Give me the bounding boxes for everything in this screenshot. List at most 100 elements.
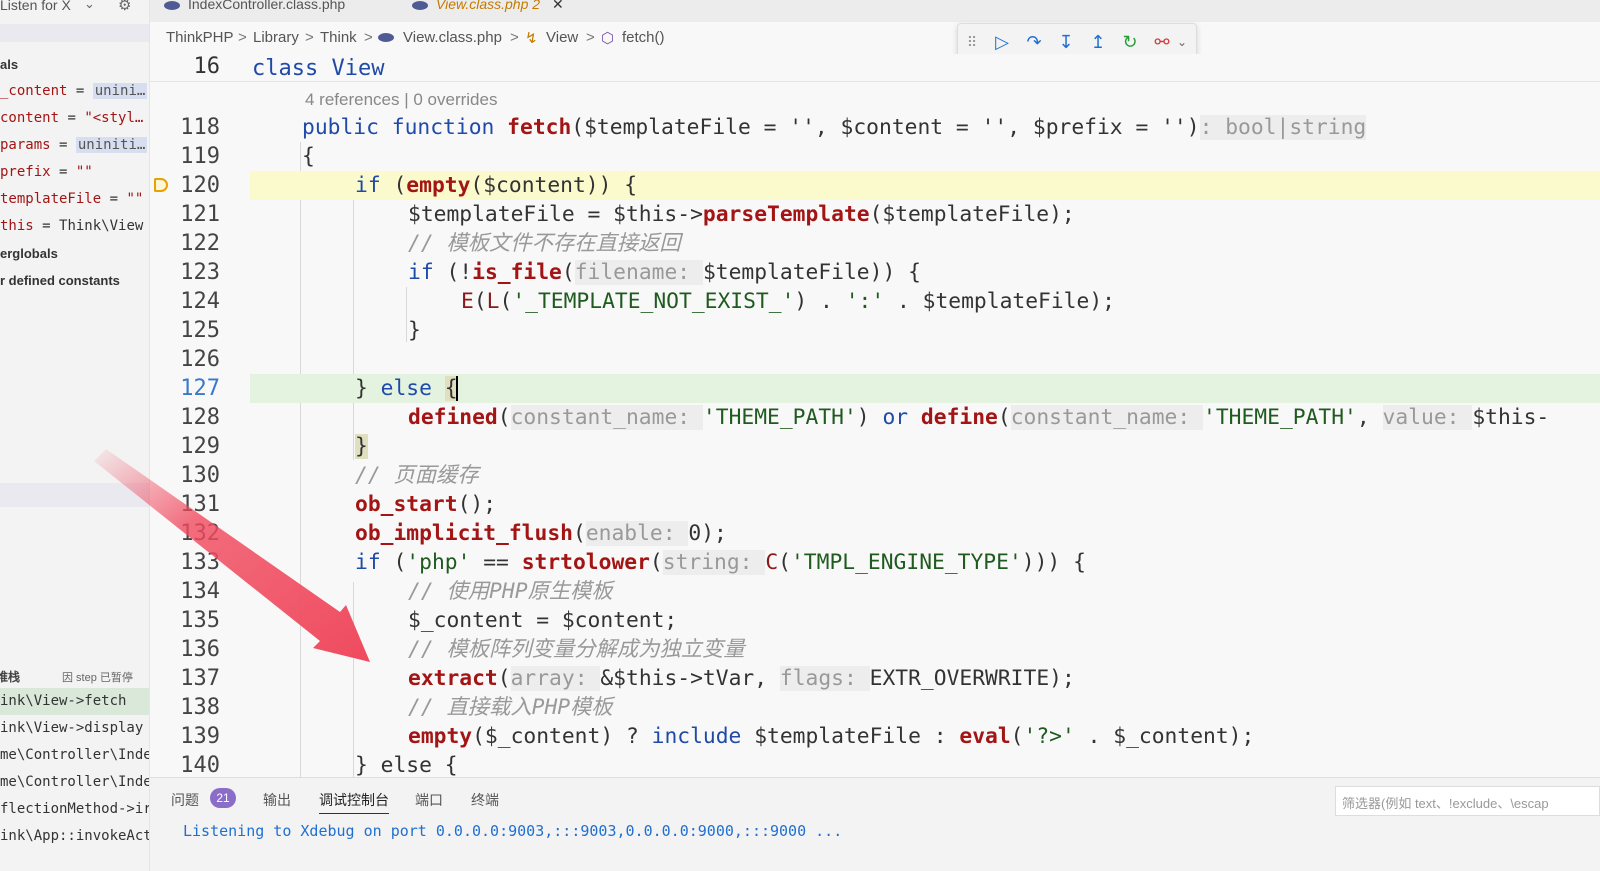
code-line: 122 // 模板文件不存在直接返回 <box>150 229 1600 258</box>
step-out-icon[interactable]: ↥ <box>1086 30 1110 54</box>
code-line: 136 // 模板阵列变量分解成为独立变量 <box>150 635 1600 664</box>
breadcrumb-item[interactable]: View <box>546 29 578 46</box>
code-line: 128 defined(constant_name: 'THEME_PATH')… <box>150 403 1600 432</box>
bottom-panel: 问题 21 输出 调试控制台 端口 终端 筛选器(例如 text、!exclud… <box>150 777 1600 871</box>
codelens-references[interactable]: 4 references | 0 overrides <box>305 90 497 110</box>
line-number: 139 <box>180 724 220 749</box>
variable-row[interactable]: _content = unini… <box>0 78 149 105</box>
gear-icon[interactable]: ⚙ <box>118 0 131 14</box>
line-number: 121 <box>180 202 220 227</box>
line-number: 123 <box>180 260 220 285</box>
line-number: 119 <box>180 144 220 169</box>
callstack-frame[interactable]: me\Controller\Inde <box>0 769 149 796</box>
chevron-right-icon: > <box>586 29 595 46</box>
code-line: 135 $_content = $content; <box>150 606 1600 635</box>
breadcrumb-item[interactable]: Library <box>253 29 299 46</box>
line-number: 133 <box>180 550 220 575</box>
tab-ports[interactable]: 端口 <box>415 790 443 810</box>
line-number: 124 <box>180 289 220 314</box>
class-symbol-icon: ↯ <box>525 30 538 47</box>
restart-icon[interactable]: ↻ <box>1118 30 1142 54</box>
tab-output[interactable]: 输出 <box>263 790 291 810</box>
code-line: 131 ob_start(); <box>150 490 1600 519</box>
callstack-frame[interactable]: ink\View->display <box>0 715 149 742</box>
variable-row[interactable]: templateFile = "" <box>0 186 149 213</box>
variable-row[interactable]: content = "<styl… <box>0 105 149 132</box>
tab-problems[interactable]: 问题 <box>171 790 199 810</box>
variable-row[interactable]: params = uniniti… <box>0 132 149 159</box>
text-cursor <box>455 376 458 401</box>
line-number: 126 <box>180 347 220 372</box>
callstack-frame[interactable]: flectionMethod->ir <box>0 796 149 823</box>
code-line: 138 // 直接载入PHP模板 <box>150 693 1600 722</box>
tab-terminal[interactable]: 终端 <box>471 790 499 810</box>
grip-icon[interactable]: ⠿ <box>960 30 984 54</box>
breadcrumb-item[interactable]: View.class.php <box>403 29 502 46</box>
chevron-down-icon[interactable]: ⌄ <box>1170 30 1194 54</box>
callstack-frame[interactable]: me\Controller\Inde <box>0 742 149 769</box>
line-number: 135 <box>180 608 220 633</box>
close-icon[interactable]: ✕ <box>552 0 564 12</box>
breadcrumb-item[interactable]: ThinkPHP <box>166 29 234 46</box>
line-number: 131 <box>180 492 220 517</box>
callstack-frame[interactable]: ink\App::invokeAct <box>0 823 149 850</box>
cursor-line: 127 } else { <box>150 374 1600 403</box>
debug-sidebar: Listen for X ⌄ ⚙ als _content = unini… c… <box>0 0 150 871</box>
code-line: class View <box>252 56 385 81</box>
line-number: 129 <box>180 434 220 459</box>
continue-icon[interactable]: ▷ <box>990 30 1014 54</box>
step-into-icon[interactable]: ↧ <box>1054 30 1078 54</box>
callstack-frame[interactable]: ink\View->fetch <box>0 688 149 715</box>
code-editor[interactable]: 4 references | 0 overrides 118 public fu… <box>150 82 1600 792</box>
code-line: 125 } <box>150 316 1600 345</box>
variable-row[interactable]: this = Think\View <box>0 213 149 240</box>
code-line: 140 } else { <box>150 751 1600 780</box>
chevron-right-icon: > <box>238 29 247 46</box>
constants-section-header[interactable]: r defined constants <box>0 267 120 294</box>
tab-view-class[interactable]: View.class.php 2 ✕ <box>412 0 564 13</box>
current-execution-line: 120 if (empty($content)) { <box>150 171 1600 200</box>
launch-config-label[interactable]: Listen for X <box>0 0 71 13</box>
chevron-right-icon: > <box>305 29 314 46</box>
code-line: 132 ob_implicit_flush(enable: 0); <box>150 519 1600 548</box>
console-filter-input[interactable]: 筛选器(例如 text、!exclude、\escap <box>1335 786 1600 816</box>
php-file-icon <box>164 0 180 10</box>
chevron-right-icon: > <box>364 29 373 46</box>
code-line: 130 // 页面缓存 <box>150 461 1600 490</box>
line-number: 132 <box>180 521 220 546</box>
sticky-scroll-header[interactable]: 16 class View <box>150 54 1600 82</box>
code-line: 126 <box>150 345 1600 374</box>
code-line: 133 if ('php' == strtolower(string: C('T… <box>150 548 1600 577</box>
breadcrumb-item[interactable]: fetch() <box>622 29 665 46</box>
code-line: 137 extract(array: &$this->tVar, flags: … <box>150 664 1600 693</box>
line-number: 134 <box>180 579 220 604</box>
launch-config-selector[interactable]: Listen for X ⌄ ⚙ <box>0 0 149 22</box>
php-file-icon <box>378 33 394 42</box>
code-line: 118 public function fetch($templateFile … <box>150 113 1600 142</box>
code-line: 119 { <box>150 142 1600 171</box>
line-number: 128 <box>180 405 220 430</box>
variable-row[interactable]: prefix = "" <box>0 159 149 186</box>
line-number: 136 <box>180 637 220 662</box>
callstack-header[interactable]: 堆栈 因 step 已暂停 <box>0 664 149 688</box>
locals-section-header[interactable]: als <box>0 51 18 78</box>
breadcrumb-item[interactable]: Think <box>320 29 357 46</box>
breadcrumb: ThinkPHP > Library > Think > View.class.… <box>150 24 1600 54</box>
code-line: 121 $templateFile = $this->parseTemplate… <box>150 200 1600 229</box>
callstack-title: 堆栈 <box>0 670 21 684</box>
sidebar-section-separator <box>0 483 149 507</box>
superglobals-section-header[interactable]: erglobals <box>0 240 58 267</box>
step-over-icon[interactable]: ↷ <box>1022 30 1046 54</box>
line-number: 127 <box>180 376 220 401</box>
tab-index-controller[interactable]: IndexController.class.php <box>164 0 345 12</box>
sidebar-section-separator <box>0 24 149 42</box>
php-file-icon <box>412 0 428 10</box>
chevron-down-icon[interactable]: ⌄ <box>84 0 95 12</box>
tab-debug-console[interactable]: 调试控制台 <box>319 790 389 814</box>
line-number: 16 <box>193 54 221 79</box>
code-line: 129 } <box>150 432 1600 461</box>
line-number: 125 <box>180 318 220 343</box>
code-line: 139 empty($_content) ? include $template… <box>150 722 1600 751</box>
line-number: 130 <box>180 463 220 488</box>
problems-count-badge: 21 <box>210 788 236 808</box>
